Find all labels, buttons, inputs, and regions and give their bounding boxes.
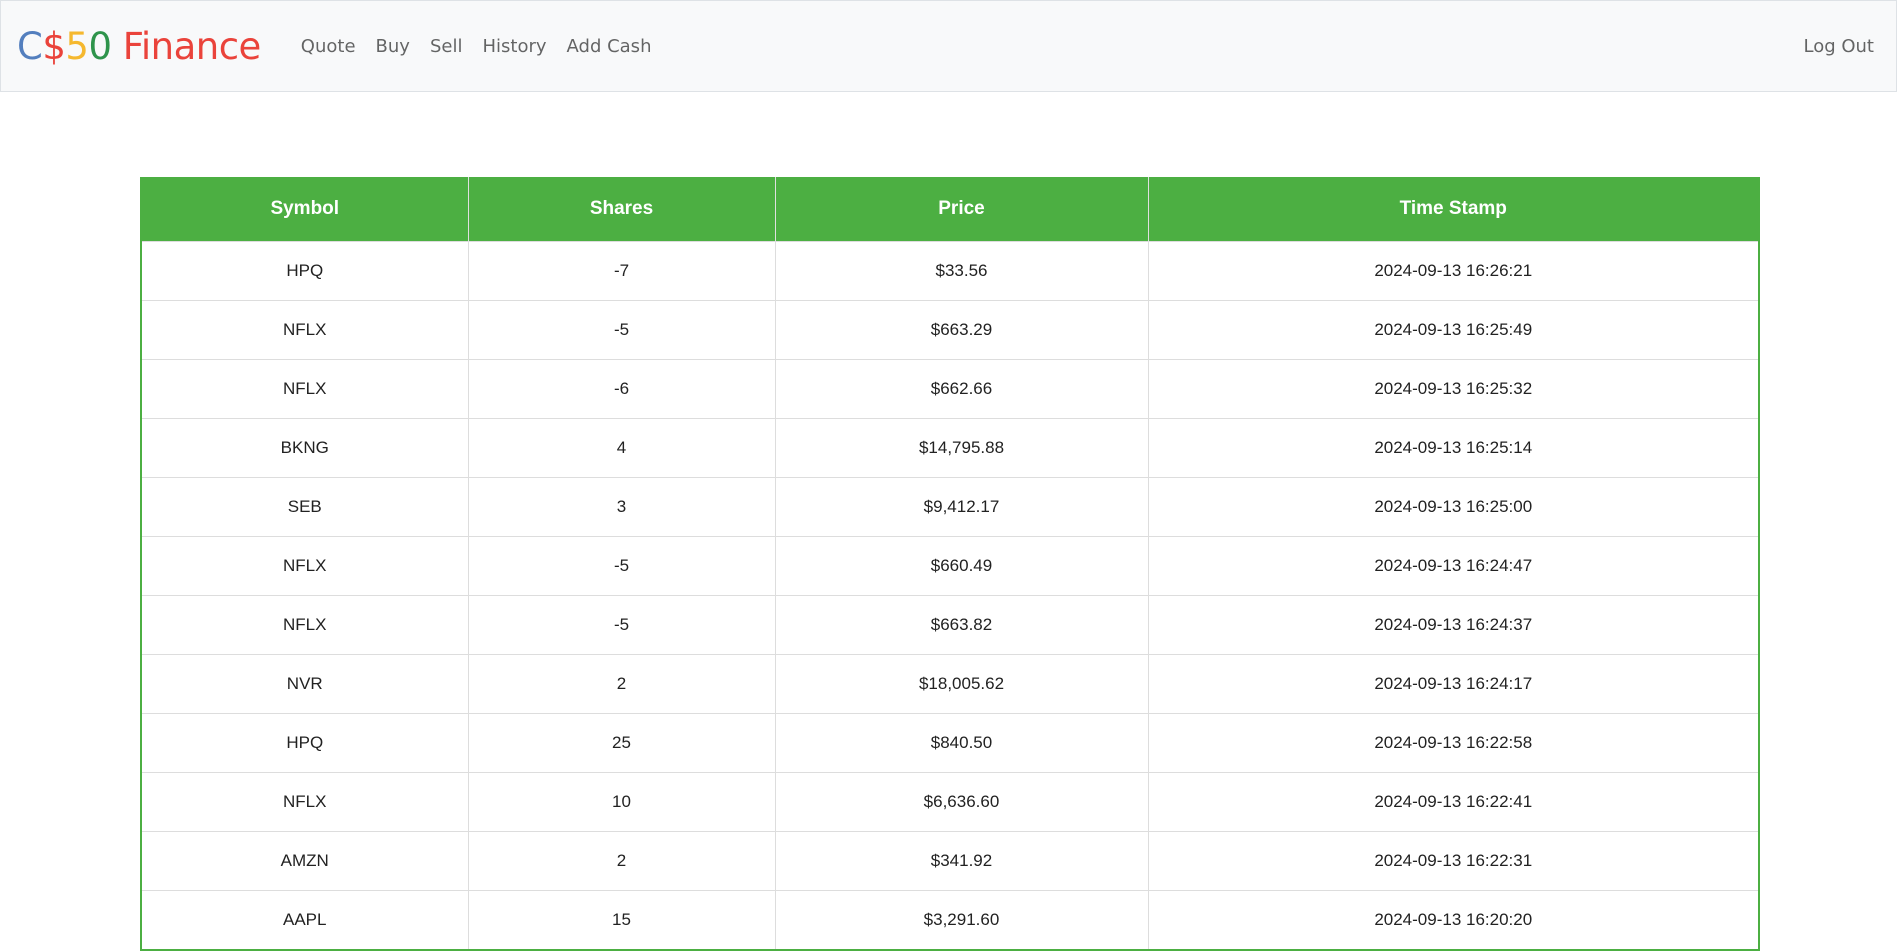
table-row: HPQ -7 $33.56 2024-09-13 16:26:21 xyxy=(141,241,1759,301)
cell-symbol: BKNG xyxy=(141,418,468,478)
logout-link[interactable]: Log Out xyxy=(1793,36,1880,57)
cell-time-stamp: 2024-09-13 16:25:32 xyxy=(1147,359,1759,419)
table-row: NFLX -5 $663.29 2024-09-13 16:25:49 xyxy=(141,300,1759,360)
brand-zero: 0 xyxy=(88,24,112,68)
cell-time-stamp: 2024-09-13 16:26:21 xyxy=(1147,241,1759,301)
table-row: BKNG 4 $14,795.88 2024-09-13 16:25:14 xyxy=(141,418,1759,478)
table-header-row: Symbol Shares Price Time Stamp xyxy=(141,177,1759,242)
cell-shares: 2 xyxy=(467,831,775,891)
header-time-stamp: Time Stamp xyxy=(1147,177,1759,242)
nav-sell[interactable]: Sell xyxy=(420,36,473,57)
cell-price: $341.92 xyxy=(774,831,1148,891)
table-row: NFLX -6 $662.66 2024-09-13 16:25:32 xyxy=(141,359,1759,419)
nav-quote[interactable]: Quote xyxy=(291,36,366,57)
cell-time-stamp: 2024-09-13 16:25:14 xyxy=(1147,418,1759,478)
cell-shares: 3 xyxy=(467,477,775,537)
cell-symbol: NFLX xyxy=(141,772,468,832)
cell-symbol: AAPL xyxy=(141,890,468,950)
brand-c: C xyxy=(17,24,43,68)
cell-shares: 15 xyxy=(467,890,775,950)
cell-price: $14,795.88 xyxy=(774,418,1148,478)
history-table: Symbol Shares Price Time Stamp HPQ -7 $33.… xyxy=(140,177,1760,951)
cell-time-stamp: 2024-09-13 16:25:49 xyxy=(1147,300,1759,360)
cell-price: $33.56 xyxy=(774,241,1148,301)
table-row: NVR 2 $18,005.62 2024-09-13 16:24:17 xyxy=(141,654,1759,714)
cell-price: $6,636.60 xyxy=(774,772,1148,832)
cell-time-stamp: 2024-09-13 16:22:58 xyxy=(1147,713,1759,773)
table-row: HPQ 25 $840.50 2024-09-13 16:22:58 xyxy=(141,713,1759,773)
cell-shares: -6 xyxy=(467,359,775,419)
cell-price: $663.82 xyxy=(774,595,1148,655)
cell-time-stamp: 2024-09-13 16:24:37 xyxy=(1147,595,1759,655)
cell-time-stamp: 2024-09-13 16:24:17 xyxy=(1147,654,1759,714)
cell-shares: 25 xyxy=(467,713,775,773)
header-symbol: Symbol xyxy=(141,177,468,242)
cell-symbol: NVR xyxy=(141,654,468,714)
cell-shares: 4 xyxy=(467,418,775,478)
cell-symbol: NFLX xyxy=(141,300,468,360)
cell-shares: 10 xyxy=(467,772,775,832)
cell-shares: -5 xyxy=(467,300,775,360)
cell-symbol: HPQ xyxy=(141,241,468,301)
cell-symbol: HPQ xyxy=(141,713,468,773)
header-price: Price xyxy=(774,177,1148,242)
cell-shares: -5 xyxy=(467,536,775,596)
brand-dollar: $ xyxy=(42,24,66,68)
cell-shares: -5 xyxy=(467,595,775,655)
cell-symbol: NFLX xyxy=(141,536,468,596)
brand-logo[interactable]: C$50 Finance xyxy=(17,25,261,68)
nav-links: Quote Buy Sell History Add Cash xyxy=(291,36,662,57)
cell-time-stamp: 2024-09-13 16:24:47 xyxy=(1147,536,1759,596)
brand-finance: Finance xyxy=(111,24,262,68)
table-row: NFLX -5 $663.82 2024-09-13 16:24:37 xyxy=(141,595,1759,655)
cell-price: $660.49 xyxy=(774,536,1148,596)
cell-price: $9,412.17 xyxy=(774,477,1148,537)
cell-price: $18,005.62 xyxy=(774,654,1148,714)
cell-time-stamp: 2024-09-13 16:22:31 xyxy=(1147,831,1759,891)
brand-five: 5 xyxy=(65,24,89,68)
cell-symbol: NFLX xyxy=(141,359,468,419)
cell-symbol: SEB xyxy=(141,477,468,537)
table-row: NFLX 10 $6,636.60 2024-09-13 16:22:41 xyxy=(141,772,1759,832)
cell-price: $662.66 xyxy=(774,359,1148,419)
navbar: C$50 Finance Quote Buy Sell History Add … xyxy=(0,0,1897,92)
table-row: SEB 3 $9,412.17 2024-09-13 16:25:00 xyxy=(141,477,1759,537)
cell-time-stamp: 2024-09-13 16:20:20 xyxy=(1147,890,1759,950)
cell-price: $840.50 xyxy=(774,713,1148,773)
nav-add-cash[interactable]: Add Cash xyxy=(557,36,662,57)
table-row: NFLX -5 $660.49 2024-09-13 16:24:47 xyxy=(141,536,1759,596)
cell-shares: -7 xyxy=(467,241,775,301)
cell-symbol: NFLX xyxy=(141,595,468,655)
cell-price: $3,291.60 xyxy=(774,890,1148,950)
cell-shares: 2 xyxy=(467,654,775,714)
table-row: AAPL 15 $3,291.60 2024-09-13 16:20:20 xyxy=(141,890,1759,950)
cell-price: $663.29 xyxy=(774,300,1148,360)
cell-time-stamp: 2024-09-13 16:22:41 xyxy=(1147,772,1759,832)
header-shares: Shares xyxy=(467,177,775,242)
cell-time-stamp: 2024-09-13 16:25:00 xyxy=(1147,477,1759,537)
table-row: AMZN 2 $341.92 2024-09-13 16:22:31 xyxy=(141,831,1759,891)
cell-symbol: AMZN xyxy=(141,831,468,891)
nav-history[interactable]: History xyxy=(472,36,556,57)
nav-buy[interactable]: Buy xyxy=(366,36,420,57)
